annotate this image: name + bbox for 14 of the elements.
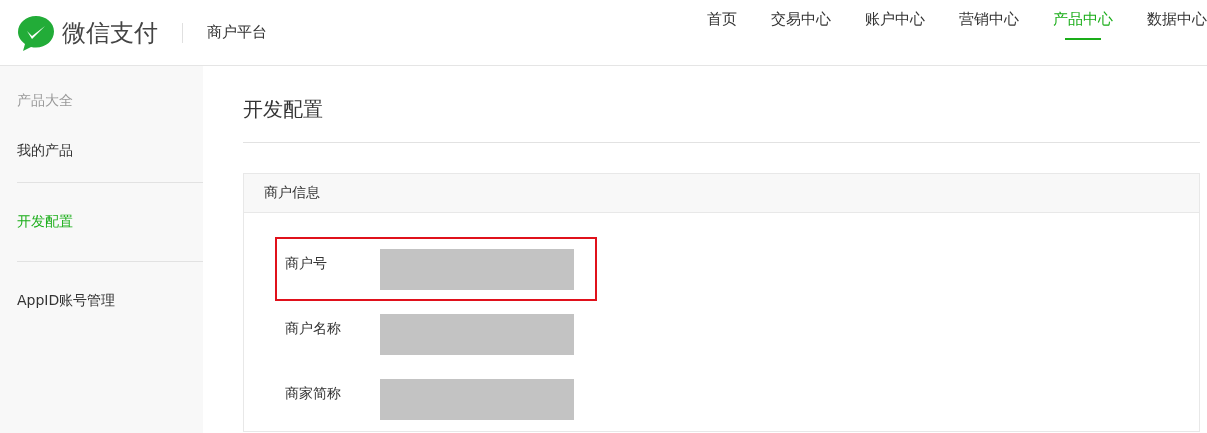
nav-tab[interactable]: 交易中心 (771, 0, 831, 65)
card-title: 商户信息 (264, 184, 320, 202)
sidebar-item[interactable]: AppID账号管理 (17, 290, 203, 310)
field-label: 商家简称 (285, 384, 342, 403)
platform-name: 商户平台 (207, 23, 267, 42)
page-title: 开发配置 (243, 94, 1200, 143)
brand-name: 微信支付 (62, 17, 158, 49)
field-label: 商户名称 (285, 319, 342, 338)
nav-tab[interactable]: 首页 (707, 0, 737, 65)
nav-tab[interactable]: 营销中心 (959, 0, 1019, 65)
nav-tab[interactable]: 账户中心 (865, 0, 925, 65)
field-label: 商户号 (285, 254, 328, 273)
sidebar-item[interactable]: 我的产品 (17, 140, 203, 160)
nav-tab[interactable]: 数据中心 (1147, 0, 1207, 65)
